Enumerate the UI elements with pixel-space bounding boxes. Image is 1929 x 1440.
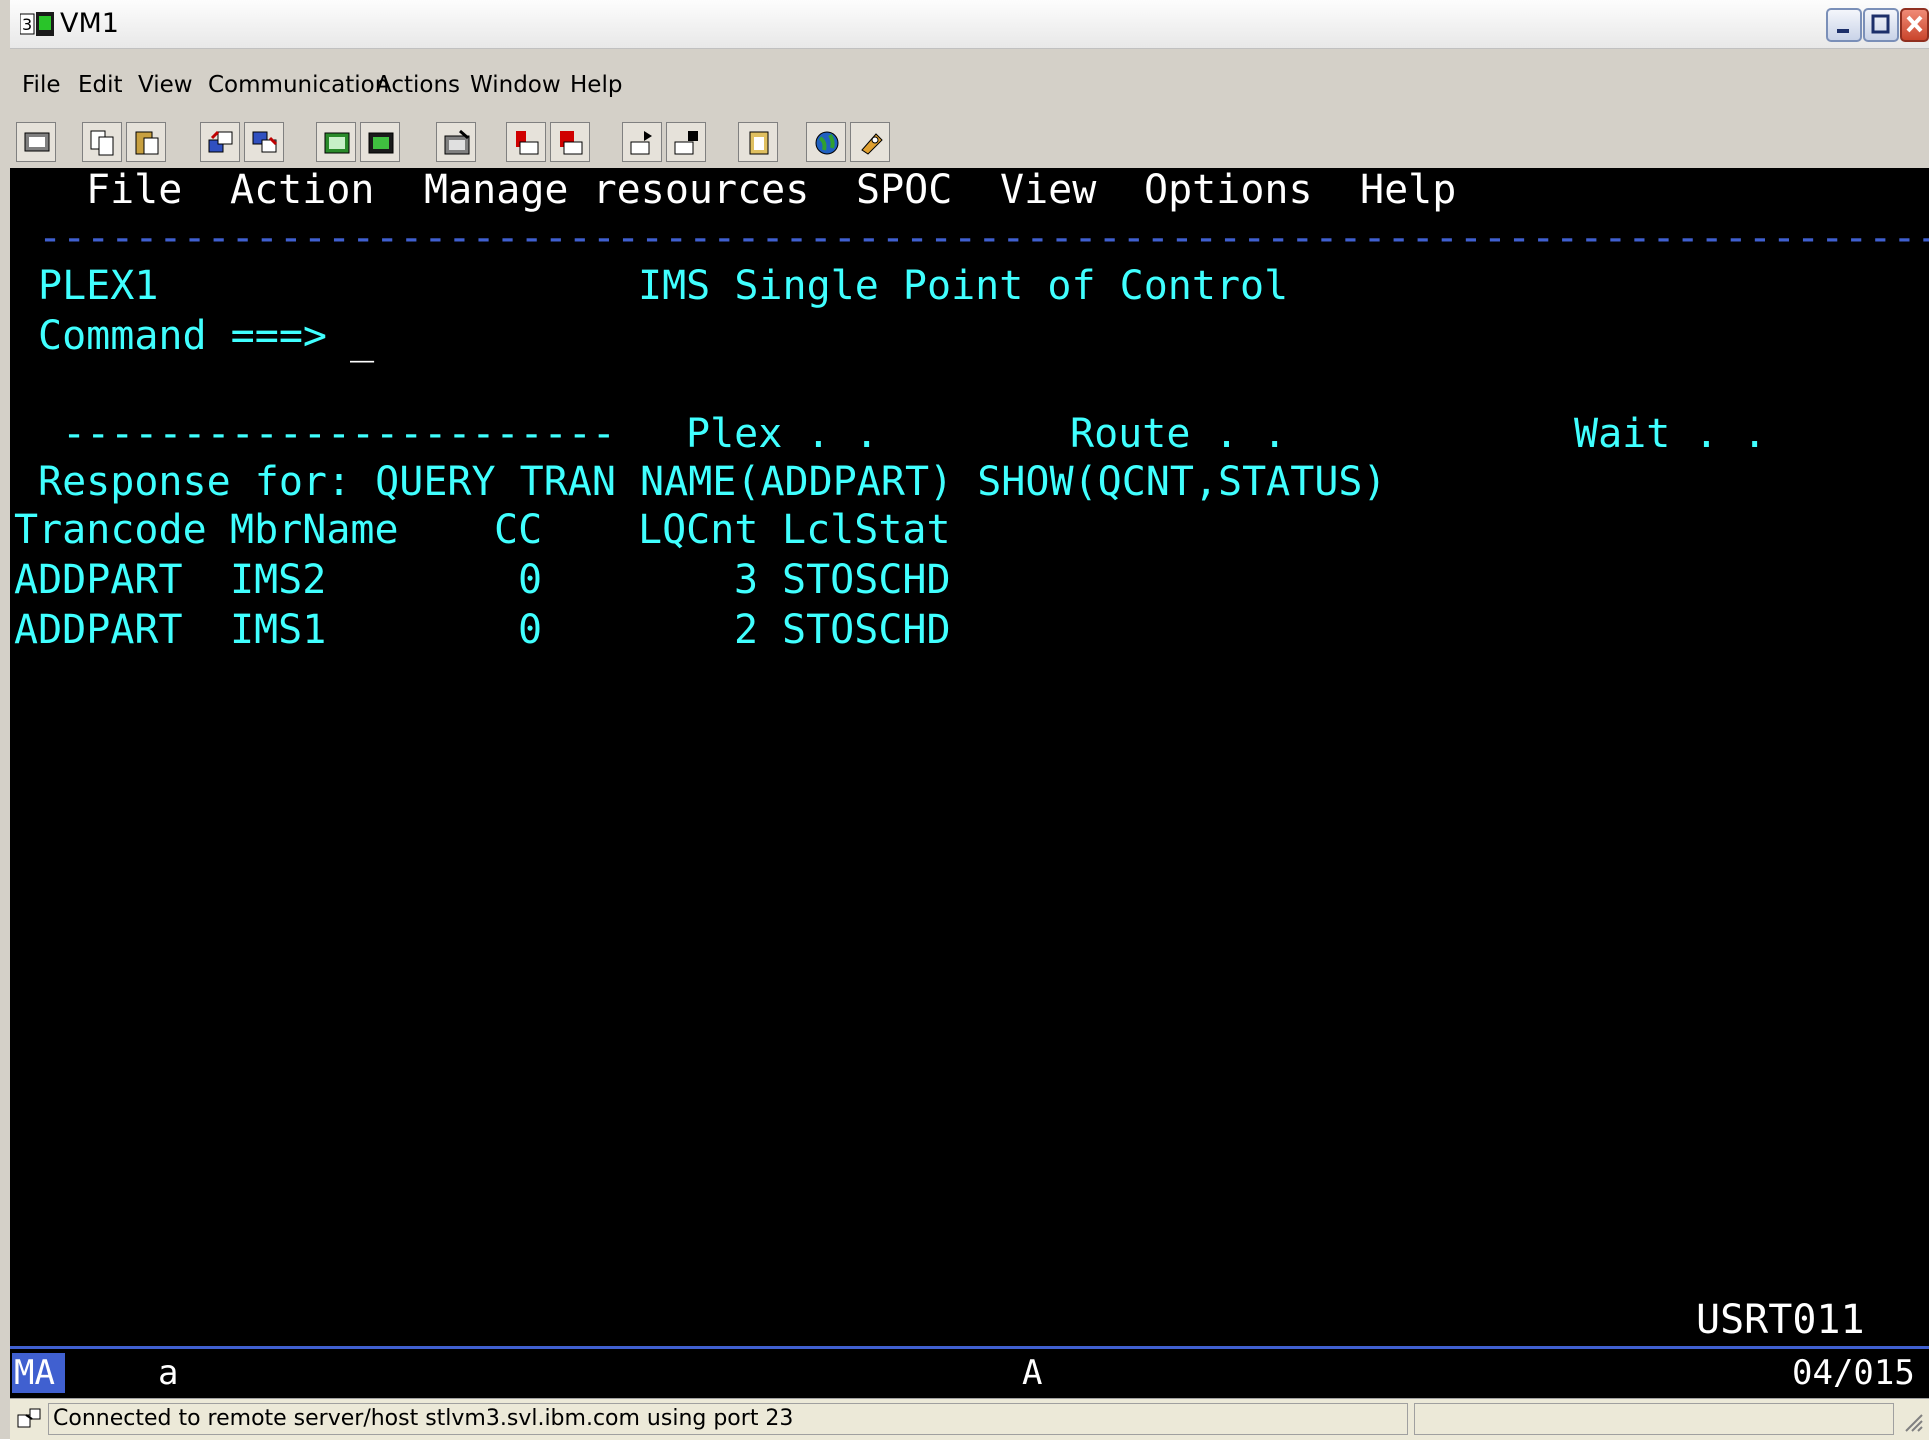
plex-name: PLEX1: [38, 263, 159, 309]
action-bar-help[interactable]: Help: [1360, 168, 1456, 212]
status-bar: Connected to remote server/host stlvm3.s…: [10, 1398, 1929, 1440]
status-empty-cell: [1414, 1403, 1894, 1435]
action-bar-spoc[interactable]: SPOC: [856, 168, 952, 212]
window-title: VM1: [60, 8, 119, 39]
menu-file[interactable]: File: [22, 72, 61, 98]
close-button[interactable]: [1900, 8, 1929, 42]
column-header-cc: CC: [494, 507, 543, 553]
play-button[interactable]: [622, 122, 662, 162]
oia-field: A: [1022, 1353, 1043, 1393]
status-message: Connected to remote server/host stlvm3.s…: [53, 1406, 794, 1431]
menu-edit[interactable]: Edit: [78, 72, 123, 98]
receive-file-button[interactable]: [244, 122, 284, 162]
paste-icon: [135, 131, 159, 155]
menu-view[interactable]: View: [138, 72, 193, 98]
row-1-trancode: ADDPART: [14, 557, 183, 603]
keypad-button[interactable]: [316, 122, 356, 162]
command-label: Command ===>: [38, 313, 327, 359]
resize-grip-icon[interactable]: [1900, 1409, 1924, 1433]
send-file-button[interactable]: [200, 122, 240, 162]
clipboard-button[interactable]: [738, 122, 778, 162]
stop-button[interactable]: [550, 122, 590, 162]
row-2-mbrname: IMS1: [230, 607, 327, 653]
wait-field-label[interactable]: Wait . .: [1574, 412, 1767, 456]
user-id: USRT011: [1696, 1297, 1865, 1343]
macro-icon: [444, 129, 470, 155]
oia-mode: MA: [12, 1353, 65, 1393]
column-header-lqcnt: LQCnt: [638, 507, 759, 553]
maximize-button[interactable]: [1863, 8, 1899, 42]
column-header-mbrname: MbrName: [230, 507, 399, 553]
row-1-cc: 0: [518, 557, 543, 603]
row-1-lclstat: STOSCHD: [782, 557, 951, 603]
svg-text:3: 3: [22, 15, 32, 34]
row-2-lclstat: STOSCHD: [782, 607, 951, 653]
operator-info-area: MA a A 04/015: [10, 1346, 1929, 1401]
action-bar-separator: ----------------------------------------…: [38, 215, 1929, 261]
maximize-icon: [1871, 14, 1890, 34]
record-button[interactable]: [506, 122, 546, 162]
close-icon: [1906, 15, 1923, 33]
minimize-button[interactable]: [1826, 8, 1862, 42]
terminal-window: 3 VM1 File Edit View Communication Actio…: [0, 0, 1929, 1440]
menu-bar: File Edit View Communication Actions Win…: [10, 66, 1929, 106]
route-field-label[interactable]: Route . .: [1070, 412, 1287, 456]
send-icon: [208, 130, 233, 153]
column-header-trancode: Trancode: [14, 507, 207, 553]
plex-field-label[interactable]: Plex . .: [686, 412, 879, 456]
column-header-lclstat: LclStat: [782, 507, 951, 553]
row-2-trancode: ADDPART: [14, 607, 183, 653]
copy-icon: [90, 130, 114, 156]
title-bar[interactable]: 3 VM1: [10, 0, 1929, 49]
toolbar: [10, 116, 1929, 168]
action-bar-file[interactable]: File: [86, 168, 182, 212]
response-line: Response for: QUERY TRAN NAME(ADDPART) S…: [38, 459, 1387, 505]
oia-session: a: [158, 1353, 179, 1393]
macro-button[interactable]: [436, 122, 476, 162]
action-bar-view[interactable]: View: [1000, 168, 1096, 212]
play2-icon: [674, 131, 698, 155]
action-bar-options[interactable]: Options: [1144, 168, 1313, 212]
play-icon: [630, 131, 652, 155]
keypad-icon: [324, 132, 350, 154]
terminal-screen[interactable]: File Action Manage resources SPOC View O…: [10, 168, 1929, 1346]
row-1-lqcnt: 3: [734, 557, 759, 603]
terminal-app-icon: 3: [20, 12, 54, 36]
paste-button[interactable]: [126, 122, 166, 162]
keypad2-button[interactable]: [360, 122, 400, 162]
key-button[interactable]: [850, 122, 890, 162]
receive-icon: [252, 131, 278, 153]
play2-button[interactable]: [666, 122, 706, 162]
row-2-cc: 0: [518, 607, 543, 653]
menu-window[interactable]: Window: [470, 72, 561, 98]
menu-actions[interactable]: Actions: [376, 72, 460, 98]
clipboard-icon: [749, 131, 769, 155]
field-dashes: -----------------------: [62, 411, 616, 457]
key-icon: [861, 133, 883, 155]
menu-help[interactable]: Help: [570, 72, 622, 98]
display-icon: [24, 132, 50, 152]
stop-icon: [560, 131, 583, 155]
row-2-lqcnt: 2: [734, 607, 759, 653]
record-icon: [516, 131, 539, 155]
oia-cursor-position: 04/015: [1792, 1353, 1915, 1393]
panel-title: IMS Single Point of Control: [638, 263, 1289, 309]
minimize-icon: [1837, 29, 1849, 33]
row-1-mbrname: IMS2: [230, 557, 327, 603]
display-button[interactable]: [16, 122, 56, 162]
connection-icon: [17, 1408, 41, 1428]
globe-icon: [815, 131, 839, 155]
keypad2-icon: [368, 132, 394, 154]
menu-communication[interactable]: Communication: [208, 72, 389, 98]
copy-button[interactable]: [82, 122, 122, 162]
command-input[interactable]: _: [350, 318, 374, 362]
action-bar-manage-resources[interactable]: Manage resources: [424, 168, 809, 212]
status-message-cell: Connected to remote server/host stlvm3.s…: [48, 1403, 1408, 1435]
globe-button[interactable]: [806, 122, 846, 162]
action-bar-action[interactable]: Action: [230, 168, 375, 212]
